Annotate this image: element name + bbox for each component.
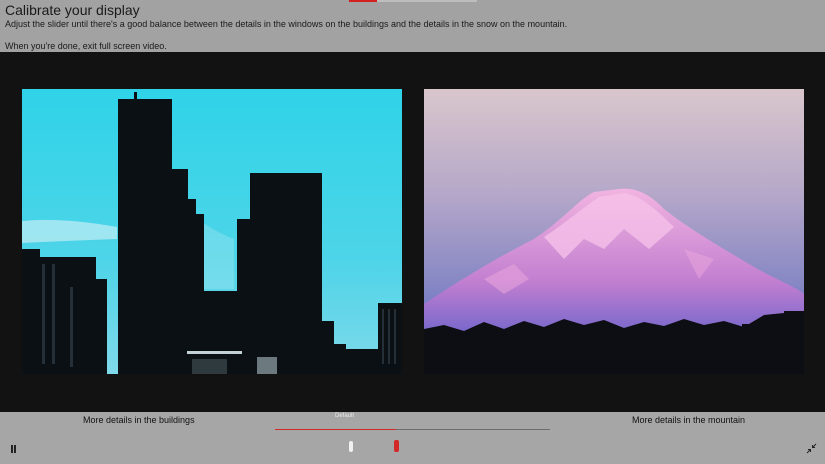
calibration-app: Calibrate your display Adjust the slider… — [0, 0, 825, 464]
exit-fullscreen-icon — [806, 443, 817, 454]
calibration-slider[interactable] — [275, 429, 550, 452]
default-marker[interactable] — [348, 441, 353, 452]
control-bar: More details in the buildings More detai… — [0, 412, 825, 464]
page-title: Calibrate your display — [5, 2, 140, 18]
header-strip — [377, 0, 477, 2]
mountain-illustration — [424, 89, 804, 374]
buildings-image — [22, 89, 402, 374]
instruction-header: Calibrate your display Adjust the slider… — [0, 0, 825, 52]
exit-fullscreen-button[interactable] — [806, 443, 817, 454]
accent-strip — [349, 0, 377, 2]
default-label: Default — [335, 413, 355, 419]
mountain-image — [424, 89, 804, 374]
buildings-detail-label: More details in the buildings — [83, 415, 195, 425]
exit-instruction-text: When you're done, exit full screen video… — [5, 41, 167, 51]
instruction-text: Adjust the slider until there's a good b… — [5, 19, 568, 29]
buildings-illustration — [22, 89, 402, 374]
slider-fill — [275, 429, 396, 430]
slider-thumb[interactable] — [393, 440, 399, 452]
pause-button[interactable] — [10, 444, 18, 454]
mountain-detail-label: More details in the mountain — [632, 415, 746, 425]
